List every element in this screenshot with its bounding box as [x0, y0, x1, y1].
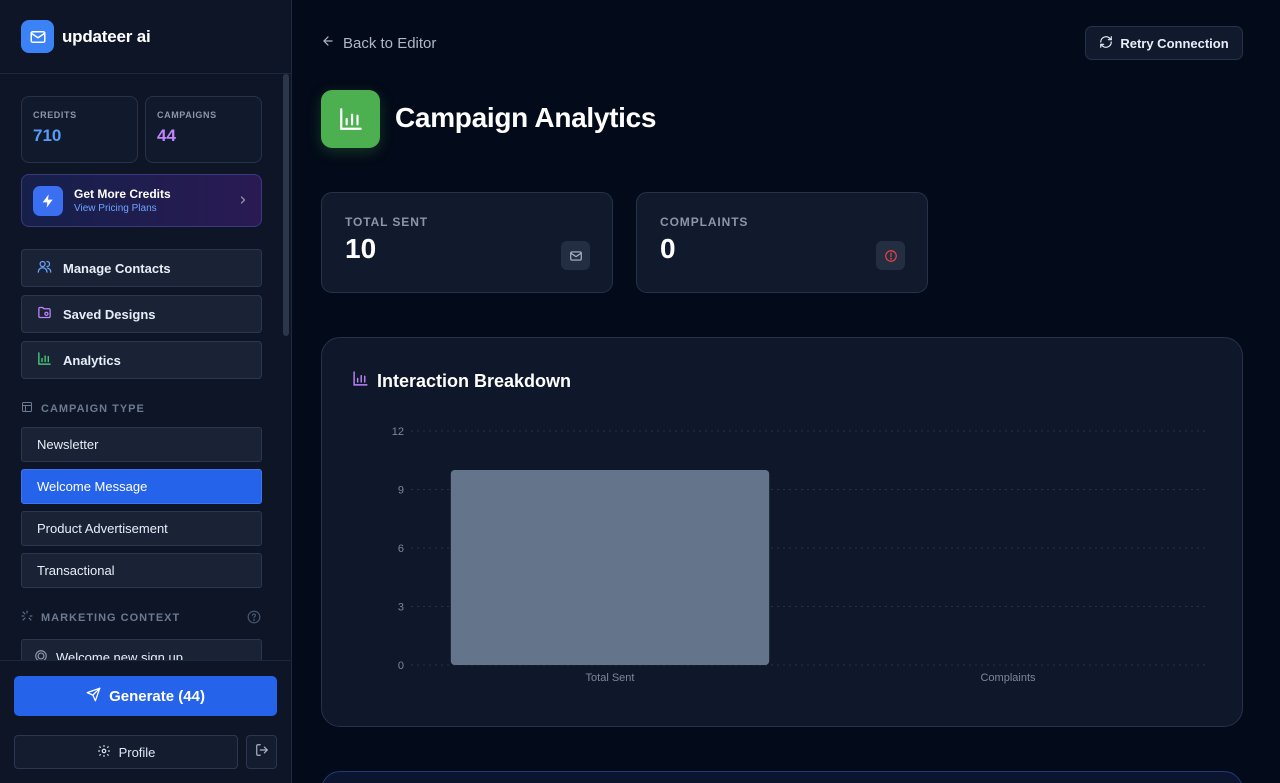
- next-section-card: [321, 771, 1243, 783]
- promo-title: Get More Credits: [74, 187, 171, 201]
- analytics-icon: [321, 90, 380, 148]
- back-to-editor-link[interactable]: Back to Editor: [321, 34, 436, 52]
- y-tick-label: 12: [392, 426, 404, 438]
- sidebar: updateer ai CREDITS 710 CAMPAIGNS 44 Get…: [0, 0, 292, 783]
- sidebar-item-saved-designs[interactable]: Saved Designs: [21, 295, 262, 333]
- x-tick-label: Complaints: [980, 672, 1036, 684]
- sparkles-icon: [21, 610, 33, 625]
- refresh-icon: [1099, 35, 1113, 52]
- brand[interactable]: updateer ai: [0, 0, 291, 74]
- sidebar-item-label: Analytics: [63, 352, 121, 368]
- campaign-type-welcome-message[interactable]: Welcome Message: [21, 469, 262, 504]
- credits-card: CREDITS 710: [21, 96, 138, 163]
- credits-value: 710: [33, 126, 62, 145]
- y-tick-label: 6: [398, 543, 404, 555]
- sidebar-scroll-area: CREDITS 710 CAMPAIGNS 44 Get More Credit…: [0, 74, 291, 660]
- alert-circle-icon: [876, 241, 905, 270]
- mail-icon: [21, 20, 54, 53]
- credits-label: CREDITS: [33, 110, 77, 120]
- sidebar-item-label: Manage Contacts: [63, 260, 171, 276]
- arrow-left-icon: [321, 34, 335, 52]
- metric-label: COMPLAINTS: [660, 215, 749, 229]
- chevron-right-icon: [237, 193, 249, 212]
- logout-icon: [255, 743, 269, 762]
- metric-value: 0: [660, 233, 676, 264]
- campaign-type-heading: CAMPAIGN TYPE: [21, 401, 145, 416]
- campaign-type-newsletter[interactable]: Newsletter: [21, 427, 262, 462]
- sidebar-item-analytics[interactable]: Analytics: [21, 341, 262, 379]
- users-icon: [37, 259, 52, 277]
- gear-icon: [97, 744, 111, 761]
- target-icon: [34, 649, 48, 660]
- sidebar-item-label: Saved Designs: [63, 306, 156, 322]
- campaigns-value: 44: [157, 126, 176, 145]
- y-tick-label: 9: [398, 485, 404, 497]
- page-title: Campaign Analytics: [395, 102, 657, 133]
- metric-value: 10: [345, 233, 377, 264]
- brand-name: updateer ai: [62, 26, 151, 46]
- interaction-bar-chart: 0 3 6 9 12 Total Sent Complaints: [392, 426, 1207, 684]
- campaign-type-transactional[interactable]: Transactional: [21, 553, 262, 588]
- sidebar-scrollbar[interactable]: [283, 74, 289, 660]
- sidebar-footer: Generate (44) Profile: [0, 660, 291, 783]
- campaigns-label: CAMPAIGNS: [157, 110, 217, 120]
- y-tick-label: 3: [398, 602, 404, 614]
- logout-button[interactable]: [246, 735, 277, 769]
- send-icon: [86, 687, 101, 706]
- metric-complaints: COMPLAINTS 0: [636, 192, 928, 293]
- bar-chart-icon: [37, 351, 52, 369]
- layout-icon: [21, 401, 33, 416]
- folder-heart-icon: [37, 305, 52, 323]
- interaction-breakdown-card: Interaction Breakdown 0 3 6 9 12 Total Sent Co…: [321, 337, 1243, 727]
- metric-total-sent: TOTAL SENT 10: [321, 192, 613, 293]
- y-tick-label: 0: [398, 660, 404, 672]
- campaigns-card: CAMPAIGNS 44: [145, 96, 262, 163]
- marketing-context-item[interactable]: Welcome new sign up: [21, 639, 262, 660]
- profile-button[interactable]: Profile: [14, 735, 238, 769]
- scrollbar-thumb[interactable]: [283, 74, 289, 336]
- marketing-context-heading: MARKETING CONTEXT: [21, 610, 180, 625]
- lightning-icon: [33, 185, 63, 216]
- retry-connection-button[interactable]: Retry Connection: [1085, 26, 1243, 60]
- help-circle-icon[interactable]: [247, 610, 261, 629]
- campaign-type-product-advertisement[interactable]: Product Advertisement: [21, 511, 262, 546]
- mail-check-icon: [561, 241, 590, 270]
- view-pricing-link[interactable]: View Pricing Plans: [74, 203, 171, 214]
- generate-button[interactable]: Generate (44): [14, 676, 277, 716]
- sidebar-item-manage-contacts[interactable]: Manage Contacts: [21, 249, 262, 287]
- x-tick-label: Total Sent: [586, 672, 635, 684]
- metric-label: TOTAL SENT: [345, 215, 429, 229]
- get-more-credits-button[interactable]: Get More Credits View Pricing Plans: [21, 174, 262, 227]
- bar-total-sent[interactable]: [450, 470, 770, 665]
